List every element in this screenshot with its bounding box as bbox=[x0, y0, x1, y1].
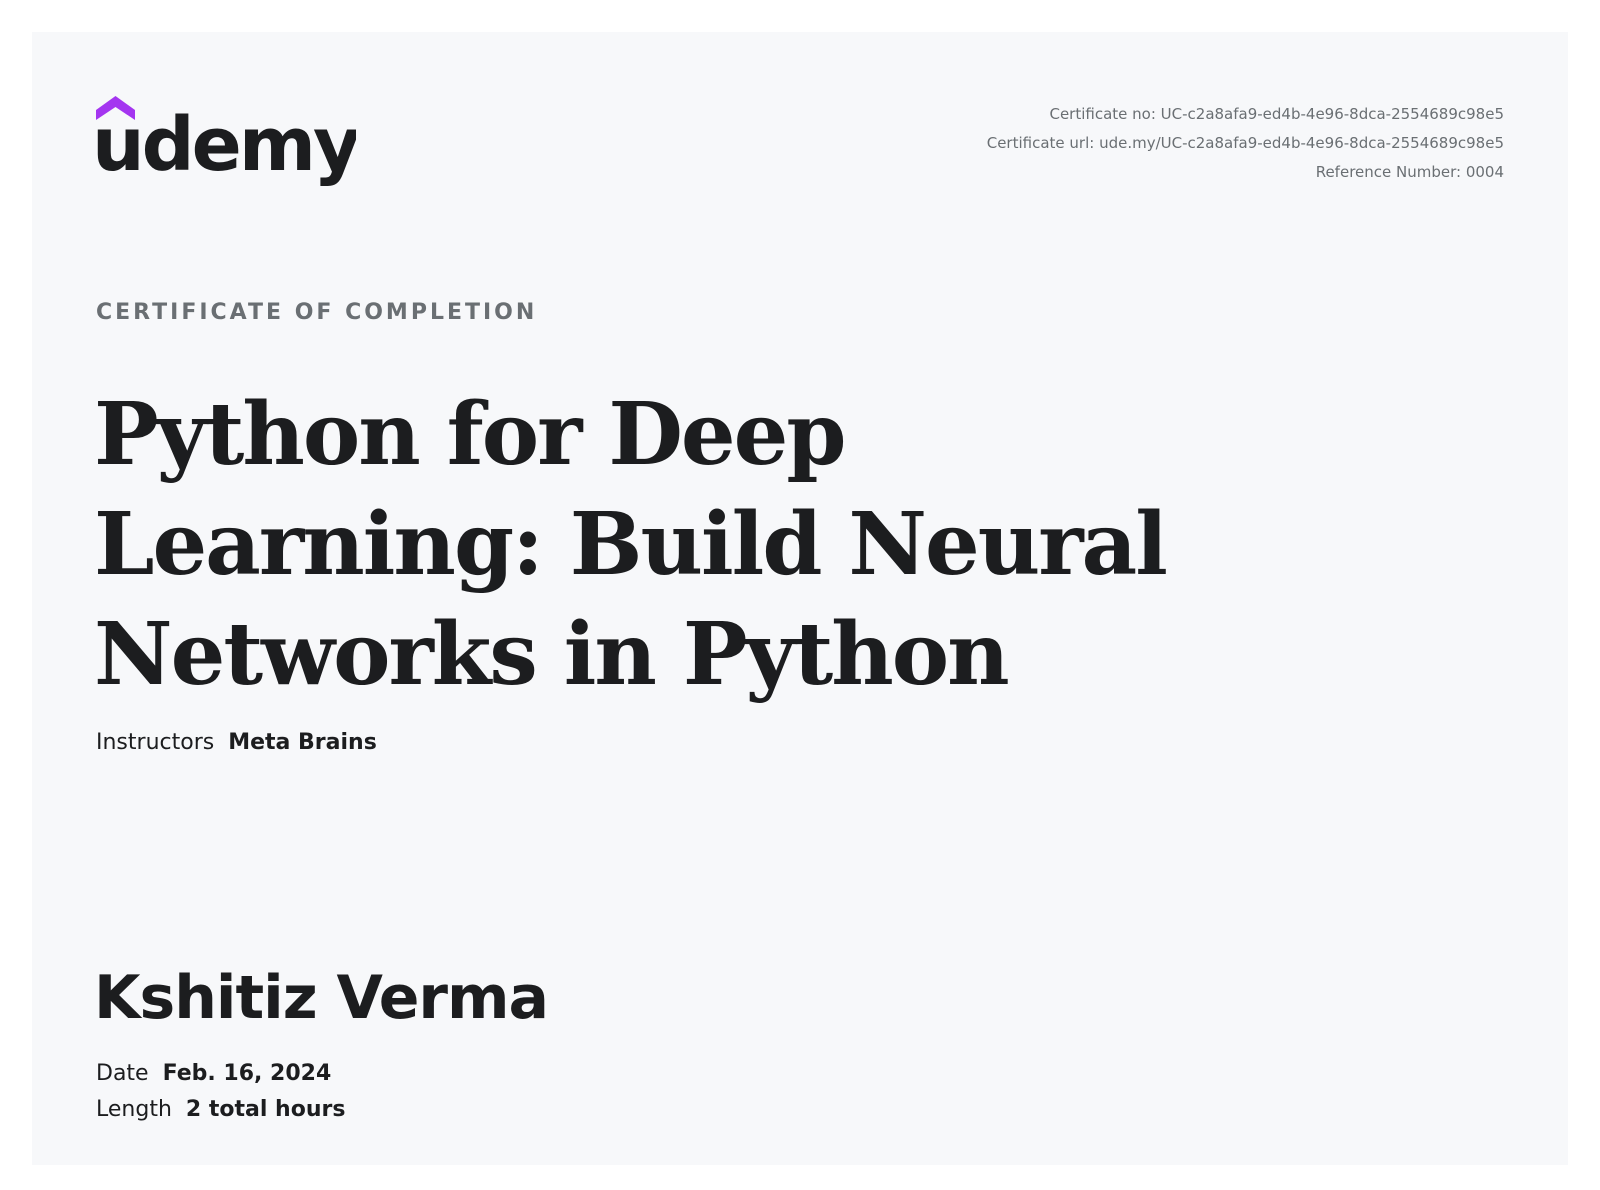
certificate-meta: Certificate no: UC-c2a8afa9-ed4b-4e96-8d… bbox=[987, 100, 1504, 187]
certificate-number: Certificate no: UC-c2a8afa9-ed4b-4e96-8d… bbox=[1049, 105, 1504, 123]
date-value: Feb. 16, 2024 bbox=[162, 1061, 332, 1086]
student-name: Kshitiz Verma bbox=[94, 963, 549, 1033]
date-row: Date Feb. 16, 2024 bbox=[96, 1056, 345, 1092]
reference-number: Reference Number: 0004 bbox=[1315, 163, 1504, 181]
date-label: Date bbox=[96, 1061, 149, 1086]
udemy-logo: udemy bbox=[96, 96, 356, 196]
udemy-logo-icon: udemy bbox=[96, 96, 356, 188]
certificate-kicker: CERTIFICATE OF COMPLETION bbox=[96, 300, 538, 325]
length-row: Length 2 total hours bbox=[96, 1092, 345, 1128]
length-value: 2 total hours bbox=[185, 1097, 346, 1122]
udemy-wordmark: udemy bbox=[96, 102, 356, 188]
certificate-url[interactable]: Certificate url: ude.my/UC-c2a8afa9-ed4b… bbox=[987, 129, 1504, 158]
instructors-row: Instructors Meta Brains bbox=[96, 730, 377, 755]
certificate-card: udemy Certificate no: UC-c2a8afa9-ed4b-4… bbox=[32, 32, 1568, 1165]
course-title: Python for Deep Learning: Build Neural N… bbox=[94, 384, 1168, 705]
instructors-label: Instructors bbox=[96, 730, 215, 755]
certificate-details: Date Feb. 16, 2024 Length 2 total hours bbox=[96, 1056, 345, 1128]
length-label: Length bbox=[96, 1097, 172, 1122]
instructors-value: Meta Brains bbox=[228, 730, 377, 755]
